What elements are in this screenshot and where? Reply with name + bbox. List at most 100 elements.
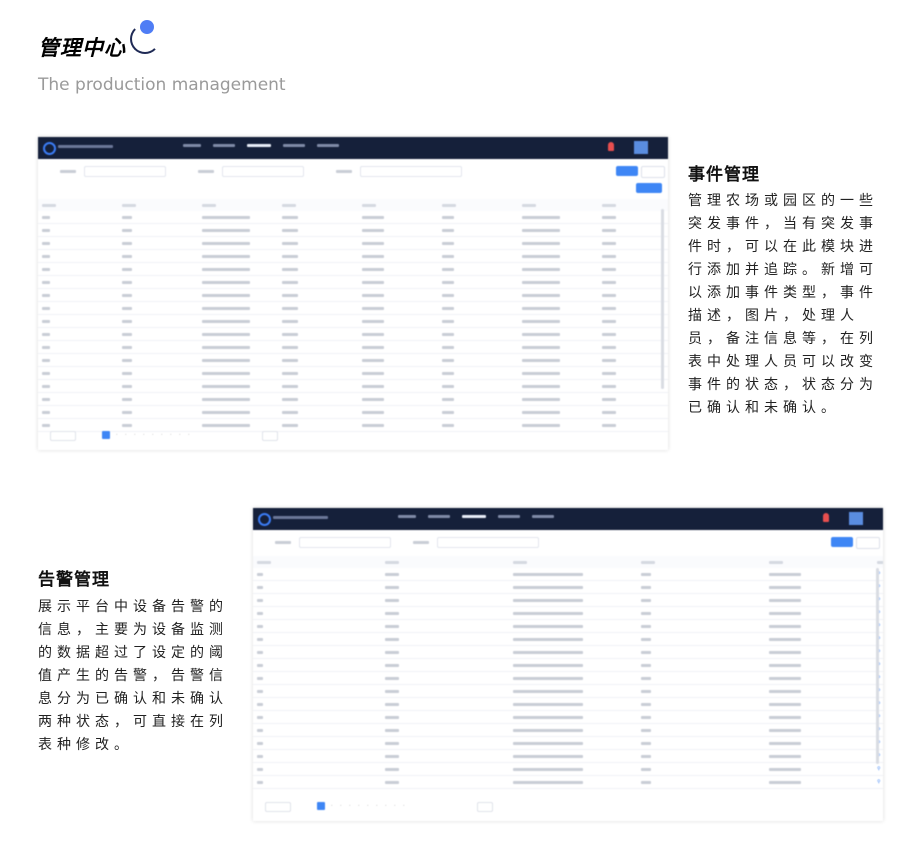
nav-item[interactable] xyxy=(398,515,416,518)
table-row[interactable]: ⚲ ✎ ⌦ xyxy=(38,301,668,315)
table-cell xyxy=(253,723,381,737)
table-row[interactable]: ⚲ ✎ ⌦ xyxy=(38,288,668,302)
page-size-select[interactable] xyxy=(50,431,76,441)
table-row[interactable]: ⚲ ✎ ⌦ xyxy=(38,223,668,237)
page-button[interactable]: · xyxy=(161,432,163,438)
jump-page-input[interactable] xyxy=(262,431,278,441)
table-cell xyxy=(278,379,358,393)
page-button[interactable]: · xyxy=(376,803,378,809)
table-row[interactable]: ⚲ ✎ ⌦ xyxy=(253,736,883,750)
nav-item[interactable] xyxy=(283,144,305,147)
table-row[interactable]: ⚲ ✎ ⌦ xyxy=(253,580,883,594)
nav-item[interactable] xyxy=(213,144,235,147)
filter-input[interactable] xyxy=(84,166,166,177)
page-button[interactable]: · xyxy=(340,803,342,809)
bell-icon[interactable] xyxy=(608,142,614,151)
query-button[interactable] xyxy=(831,537,853,547)
table-row[interactable]: ⚲ ✎ ⌦ xyxy=(253,671,883,685)
table-cell xyxy=(198,366,278,380)
page-button-current[interactable] xyxy=(102,431,110,439)
table-row[interactable]: ⚲ ✎ ⌦ xyxy=(38,353,668,367)
page-button[interactable]: · xyxy=(403,803,405,809)
scrollbar[interactable] xyxy=(661,209,664,389)
nav-item[interactable] xyxy=(183,144,201,147)
page-button[interactable]: · xyxy=(188,432,190,438)
jump-page-input[interactable] xyxy=(477,802,493,812)
nav-item[interactable] xyxy=(498,515,520,518)
nav-item-active[interactable] xyxy=(247,144,271,147)
page-button[interactable]: · xyxy=(358,803,360,809)
nav-item[interactable] xyxy=(317,144,339,147)
table-row[interactable]: ⚲ ✎ ⌦ xyxy=(253,762,883,776)
page-button[interactable]: · xyxy=(367,803,369,809)
filter-bar xyxy=(38,159,668,189)
avatar-icon[interactable] xyxy=(634,141,648,154)
page-button[interactable]: · xyxy=(116,432,118,438)
table-cell xyxy=(509,723,637,737)
page-button[interactable]: · xyxy=(385,803,387,809)
table-row[interactable]: ⚲ ✎ ⌦ xyxy=(38,314,668,328)
table-cell xyxy=(381,593,509,607)
table-cell xyxy=(253,736,381,750)
reset-button[interactable] xyxy=(641,166,665,178)
table-cell xyxy=(637,710,765,724)
table-cell xyxy=(253,658,381,672)
table-row[interactable]: ⚲ ✎ ⌦ xyxy=(38,392,668,406)
reset-button[interactable] xyxy=(856,537,880,549)
page-button[interactable]: · xyxy=(331,803,333,809)
table-row[interactable]: ⚲ ✎ ⌦ xyxy=(38,379,668,393)
table-cell xyxy=(253,606,381,620)
table-row[interactable]: ⚲ ✎ ⌦ xyxy=(38,262,668,276)
page-button[interactable]: · xyxy=(170,432,172,438)
scrollbar[interactable] xyxy=(876,568,879,764)
nav-item[interactable] xyxy=(532,515,554,518)
nav-item[interactable] xyxy=(428,515,450,518)
table-cell xyxy=(637,606,765,620)
table-row[interactable]: ⚲ ✎ ⌦ xyxy=(253,632,883,646)
table-row[interactable]: ⚲ ✎ ⌦ xyxy=(38,275,668,289)
page-button[interactable]: · xyxy=(349,803,351,809)
filter-input[interactable] xyxy=(222,166,304,177)
table-row[interactable]: ⚲ ✎ ⌦ xyxy=(38,211,668,224)
table-row[interactable]: ⚲ ✎ ⌦ xyxy=(253,619,883,633)
table-row[interactable]: ⚲ ✎ ⌦ xyxy=(253,749,883,763)
page-button[interactable]: · xyxy=(143,432,145,438)
table-row[interactable]: ⚲ ✎ ⌦ xyxy=(38,249,668,263)
add-button[interactable] xyxy=(636,183,662,193)
nav-item-active[interactable] xyxy=(462,515,486,518)
ring-logo-icon xyxy=(258,513,271,526)
table-row[interactable]: ⚲ ✎ ⌦ xyxy=(253,606,883,620)
bell-icon[interactable] xyxy=(823,513,829,522)
table-row[interactable]: ⚲ ✎ ⌦ xyxy=(253,710,883,724)
table-row[interactable]: ⚲ ✎ ⌦ xyxy=(253,775,883,789)
table-row[interactable]: ⚲ ✎ ⌦ xyxy=(38,405,668,419)
filter-input[interactable] xyxy=(299,537,391,548)
page-button-current[interactable] xyxy=(317,802,325,810)
table-row[interactable]: ⚲ ✎ ⌦ xyxy=(253,723,883,737)
page-button[interactable]: · xyxy=(394,803,396,809)
table-row[interactable]: ⚲ ✎ ⌦ xyxy=(253,645,883,659)
table-row[interactable]: ⚲ ✎ ⌦ xyxy=(253,658,883,672)
table-row[interactable]: ⚲ ✎ ⌦ xyxy=(38,327,668,341)
avatar-icon[interactable] xyxy=(849,512,863,525)
table-row[interactable]: ⚲ ✎ ⌦ xyxy=(253,593,883,607)
table-cell xyxy=(765,658,873,672)
table-row[interactable]: ⚲ ✎ ⌦ xyxy=(38,366,668,380)
row-action-icons[interactable]: ⚲ ✎ ⌦ xyxy=(877,779,883,785)
table-cell xyxy=(518,211,598,224)
page-button[interactable]: · xyxy=(152,432,154,438)
page-size-select[interactable] xyxy=(265,802,291,812)
table-row[interactable]: ⚲ ✎ ⌦ xyxy=(253,684,883,698)
table-cell xyxy=(358,366,438,380)
page-button[interactable]: · xyxy=(179,432,181,438)
table-row[interactable]: ⚲ ✎ ⌦ xyxy=(253,568,883,581)
row-action-icons[interactable]: ⚲ ✎ ⌦ xyxy=(877,766,883,772)
table-row[interactable]: ⚲ ✎ ⌦ xyxy=(253,697,883,711)
page-button[interactable]: · xyxy=(125,432,127,438)
query-button[interactable] xyxy=(616,166,638,176)
date-range-input[interactable] xyxy=(360,166,462,177)
table-row[interactable]: ⚲ ✎ ⌦ xyxy=(38,340,668,354)
page-button[interactable]: · xyxy=(134,432,136,438)
table-row[interactable]: ⚲ ✎ ⌦ xyxy=(38,236,668,250)
date-range-input[interactable] xyxy=(437,537,539,548)
